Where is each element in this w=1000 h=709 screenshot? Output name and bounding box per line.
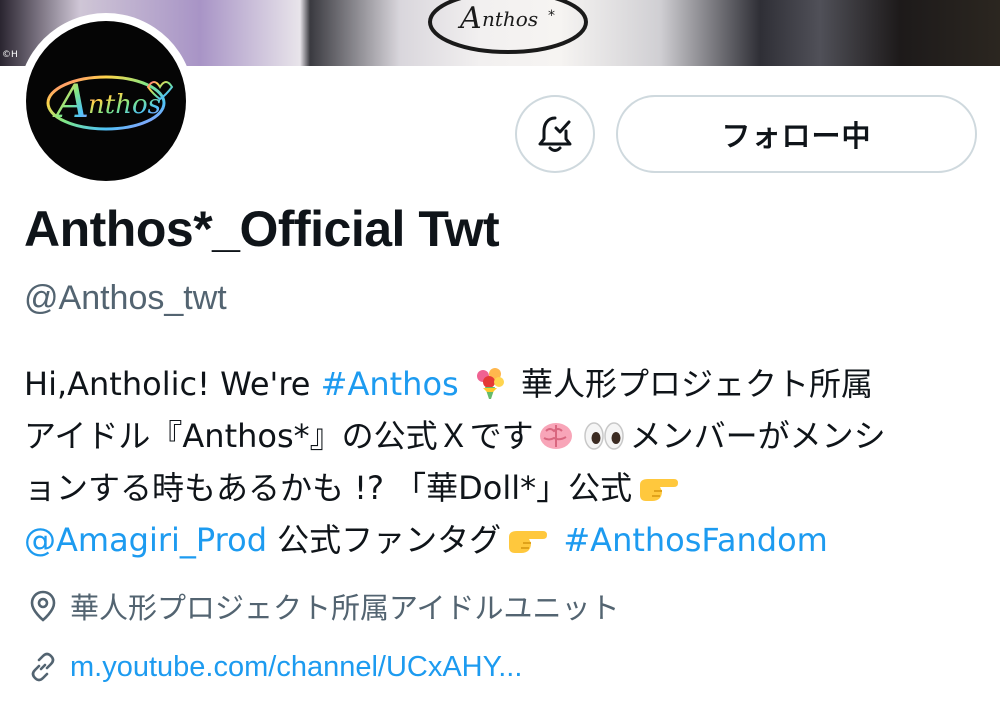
- avatar-logo: A nthos: [46, 74, 174, 131]
- link-icon: [28, 650, 58, 684]
- bio-line: @Amagiri_Prod 公式ファンタグ #AnthosFandom: [24, 514, 984, 566]
- notifications-button[interactable]: [515, 95, 595, 173]
- svg-text:A: A: [457, 1, 482, 36]
- avatar[interactable]: A nthos: [26, 21, 186, 181]
- bio-text: 華人形プロジェクト所属: [510, 365, 874, 403]
- mention-link[interactable]: @Amagiri_Prod: [24, 521, 267, 559]
- profile-location: 華人形プロジェクト所属アイドルユニット: [28, 585, 620, 627]
- bio-text: Hi,Antholic! We're: [24, 365, 321, 403]
- user-handle: @Anthos_twt: [24, 279, 227, 317]
- eyes-emoji-icon: [583, 422, 624, 450]
- bio-line: Hi,Antholic! We're #Anthos 華人形プロジェクト所属: [24, 358, 984, 410]
- bell-check-icon: [538, 116, 572, 152]
- banner-logo: A nthos *: [428, 0, 588, 54]
- location-text: 華人形プロジェクト所属アイドルユニット: [70, 591, 620, 625]
- bio-line: ョンする時もあるかも !? 「華Doll*」公式: [24, 462, 984, 514]
- profile-website: m.youtube.com/channel/UCxAHY...: [28, 650, 522, 684]
- hashtag-link[interactable]: #AnthosFandom: [563, 521, 827, 559]
- svg-text:A: A: [52, 74, 89, 128]
- profile-bio: Hi,Antholic! We're #Anthos 華人形プロジェクト所属 ア…: [24, 358, 984, 566]
- display-name: Anthos*_Official Twt: [24, 201, 500, 257]
- bio-text: ョンする時もあるかも !? 「華Doll*」公式: [24, 469, 633, 507]
- following-button[interactable]: フォロー中: [616, 95, 977, 173]
- website-link[interactable]: m.youtube.com/channel/UCxAHY...: [70, 651, 522, 684]
- svg-text:nthos: nthos: [88, 90, 161, 120]
- svg-text:*: *: [548, 8, 555, 24]
- pointing-right-emoji-icon: [640, 479, 679, 501]
- brain-emoji-icon: [539, 423, 572, 449]
- hashtag-link[interactable]: #Anthos: [321, 365, 459, 403]
- bio-line: アイドル『Anthos*』の公式Ｘです メンバーがメンシ: [24, 410, 984, 462]
- banner-copyright: ©H: [2, 50, 18, 60]
- pointing-right-emoji-icon: [509, 531, 548, 553]
- bouquet-emoji-icon: [476, 368, 504, 399]
- svg-text:nthos: nthos: [482, 7, 538, 31]
- bio-text: メンバーがメンシ: [629, 417, 886, 455]
- bio-text: アイドル『Anthos*』の公式Ｘです: [24, 417, 534, 455]
- location-pin-icon: [28, 589, 58, 623]
- bio-text: 公式ファンタグ: [267, 521, 502, 559]
